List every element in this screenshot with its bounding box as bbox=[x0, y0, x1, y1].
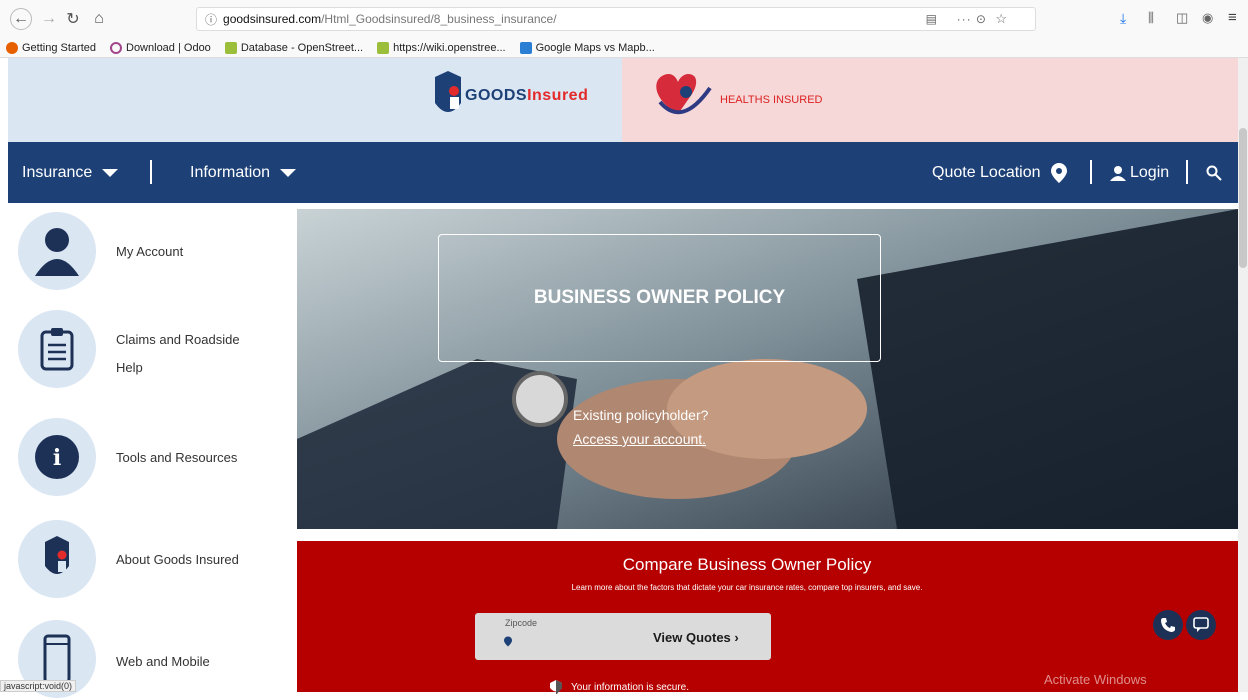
browser-toolbar: ← → ↻ ⌂ ⓘ goodsinsured.com/Html_Goodsins… bbox=[0, 0, 1248, 38]
sidebar-item-my-account[interactable]: My Account bbox=[18, 212, 278, 292]
compare-title: Compare Business Owner Policy bbox=[622, 555, 872, 574]
phone-icon[interactable] bbox=[1153, 610, 1183, 640]
sidebar-item-label: About Goods Insured bbox=[116, 552, 239, 567]
bookmark-item[interactable]: Getting Started bbox=[6, 41, 96, 54]
maps-icon bbox=[519, 41, 532, 54]
caret-down-icon bbox=[102, 168, 119, 177]
sidebar-item-label: Web and Mobile bbox=[116, 654, 210, 669]
reload-icon[interactable]: ↻ bbox=[62, 8, 84, 30]
nav-separator bbox=[1186, 160, 1188, 184]
home-icon[interactable]: ⌂ bbox=[88, 8, 110, 30]
nav-separator bbox=[1090, 160, 1092, 184]
clipboard-icon bbox=[18, 310, 96, 388]
sidebar-item-about[interactable]: About Goods Insured bbox=[18, 520, 278, 600]
reader-view-icon[interactable]: ▤ bbox=[926, 12, 937, 26]
hero-title: BUSINESS OWNER POLICY bbox=[438, 234, 881, 362]
compare-section: Compare Business Owner Policy Learn more… bbox=[297, 541, 1238, 694]
user-icon bbox=[18, 212, 96, 290]
bookmark-item[interactable]: Google Maps vs Mapb... bbox=[519, 41, 655, 54]
sidebar-item-tools[interactable]: i Tools and Resources bbox=[18, 418, 278, 498]
menu-icon[interactable]: ≡ bbox=[1228, 9, 1237, 26]
more-actions-icon[interactable]: ··· ⊙ bbox=[957, 12, 987, 26]
info-icon: i bbox=[18, 418, 96, 496]
zipcode-input[interactable] bbox=[519, 631, 639, 651]
extension-icon[interactable]: ◉ bbox=[1202, 10, 1213, 26]
goods-shield-icon bbox=[433, 69, 463, 123]
user-icon bbox=[1110, 165, 1126, 181]
openstreetmap-icon bbox=[377, 41, 390, 54]
access-account-link[interactable]: Access your account. bbox=[573, 427, 708, 451]
status-bar: javascript:void(0) bbox=[0, 680, 77, 692]
existing-policyholder: Existing policyholder? Access your accou… bbox=[573, 403, 708, 451]
nav-separator bbox=[150, 160, 152, 184]
zipcode-label: Zipcode bbox=[505, 618, 538, 628]
page-scrollbar[interactable] bbox=[1238, 58, 1248, 692]
nav-information-menu[interactable]: Information bbox=[190, 142, 297, 203]
info-icon[interactable]: ⓘ bbox=[205, 11, 217, 28]
url-host: goodsinsured.com bbox=[223, 12, 322, 26]
zipcode-quote-box: Zipcode View Quotes › bbox=[475, 613, 771, 660]
view-quotes-button[interactable]: View Quotes › bbox=[653, 630, 739, 645]
svg-text:i: i bbox=[53, 445, 61, 471]
bookmarks-bar: Getting Started Download | Odoo Database… bbox=[0, 38, 1248, 58]
goods-shield-icon bbox=[18, 520, 96, 598]
sidebar-toggle-icon[interactable]: ◫ bbox=[1176, 10, 1188, 26]
library-icon[interactable]: ⫼ bbox=[1148, 10, 1154, 26]
firefox-icon bbox=[6, 41, 18, 54]
activate-windows-watermark: Activate Windows bbox=[1044, 672, 1147, 687]
sidebar-item-label: Tools and Resources bbox=[116, 450, 238, 465]
bookmark-item[interactable]: Database - OpenStreet... bbox=[224, 41, 363, 54]
url-path: /Html_Goodsinsured/8_business_insurance/ bbox=[321, 12, 557, 26]
search-icon[interactable] bbox=[1206, 142, 1222, 203]
back-icon[interactable]: ← bbox=[10, 8, 32, 30]
nav-quote-location[interactable]: Quote Location bbox=[932, 142, 1067, 203]
hero-banner: BUSINESS OWNER POLICY Existing policyhol… bbox=[297, 209, 1238, 529]
sidebar-item-label: My Account bbox=[116, 244, 184, 259]
url-bar[interactable]: ⓘ goodsinsured.com/Html_Goodsinsured/8_b… bbox=[196, 7, 1036, 31]
scrollbar-thumb[interactable] bbox=[1239, 128, 1247, 268]
bookmark-item[interactable]: Download | Odoo bbox=[110, 41, 211, 54]
healths-insured-banner[interactable]: HEALTHS INSURED bbox=[622, 58, 1238, 142]
odoo-icon bbox=[110, 41, 122, 54]
caret-down-icon bbox=[280, 168, 297, 177]
goods-insured-banner[interactable]: GOODSInsured bbox=[8, 58, 622, 142]
compare-subtitle: Learn more about the factors that dictat… bbox=[571, 583, 923, 592]
bookmark-star-icon[interactable]: ☆ bbox=[995, 11, 1007, 27]
chat-icon[interactable] bbox=[1186, 610, 1216, 640]
main-nav: Insurance Information Quote Location Log… bbox=[8, 142, 1238, 203]
brand-banner: GOODSInsured HEALTHS INSURED bbox=[0, 58, 1238, 142]
goods-logo-text: GOODSInsured bbox=[465, 87, 589, 104]
nav-login[interactable]: Login bbox=[1110, 142, 1169, 203]
sidebar-item-claims[interactable]: Claims and Roadside Help bbox=[18, 310, 278, 390]
nav-insurance-menu[interactable]: Insurance bbox=[22, 142, 119, 203]
location-pin-icon bbox=[1050, 162, 1067, 183]
sidebar-item-label: Claims and Roadside Help bbox=[116, 332, 240, 375]
downloads-icon[interactable]: ⤓ bbox=[1120, 10, 1126, 27]
bookmark-item[interactable]: https://wiki.openstree... bbox=[377, 41, 506, 54]
openstreetmap-icon bbox=[224, 41, 237, 54]
healths-logo-text: HEALTHS INSURED bbox=[720, 94, 823, 106]
healths-heart-icon bbox=[648, 66, 716, 128]
forward-icon[interactable]: → bbox=[38, 8, 60, 30]
location-pin-icon bbox=[504, 636, 512, 647]
